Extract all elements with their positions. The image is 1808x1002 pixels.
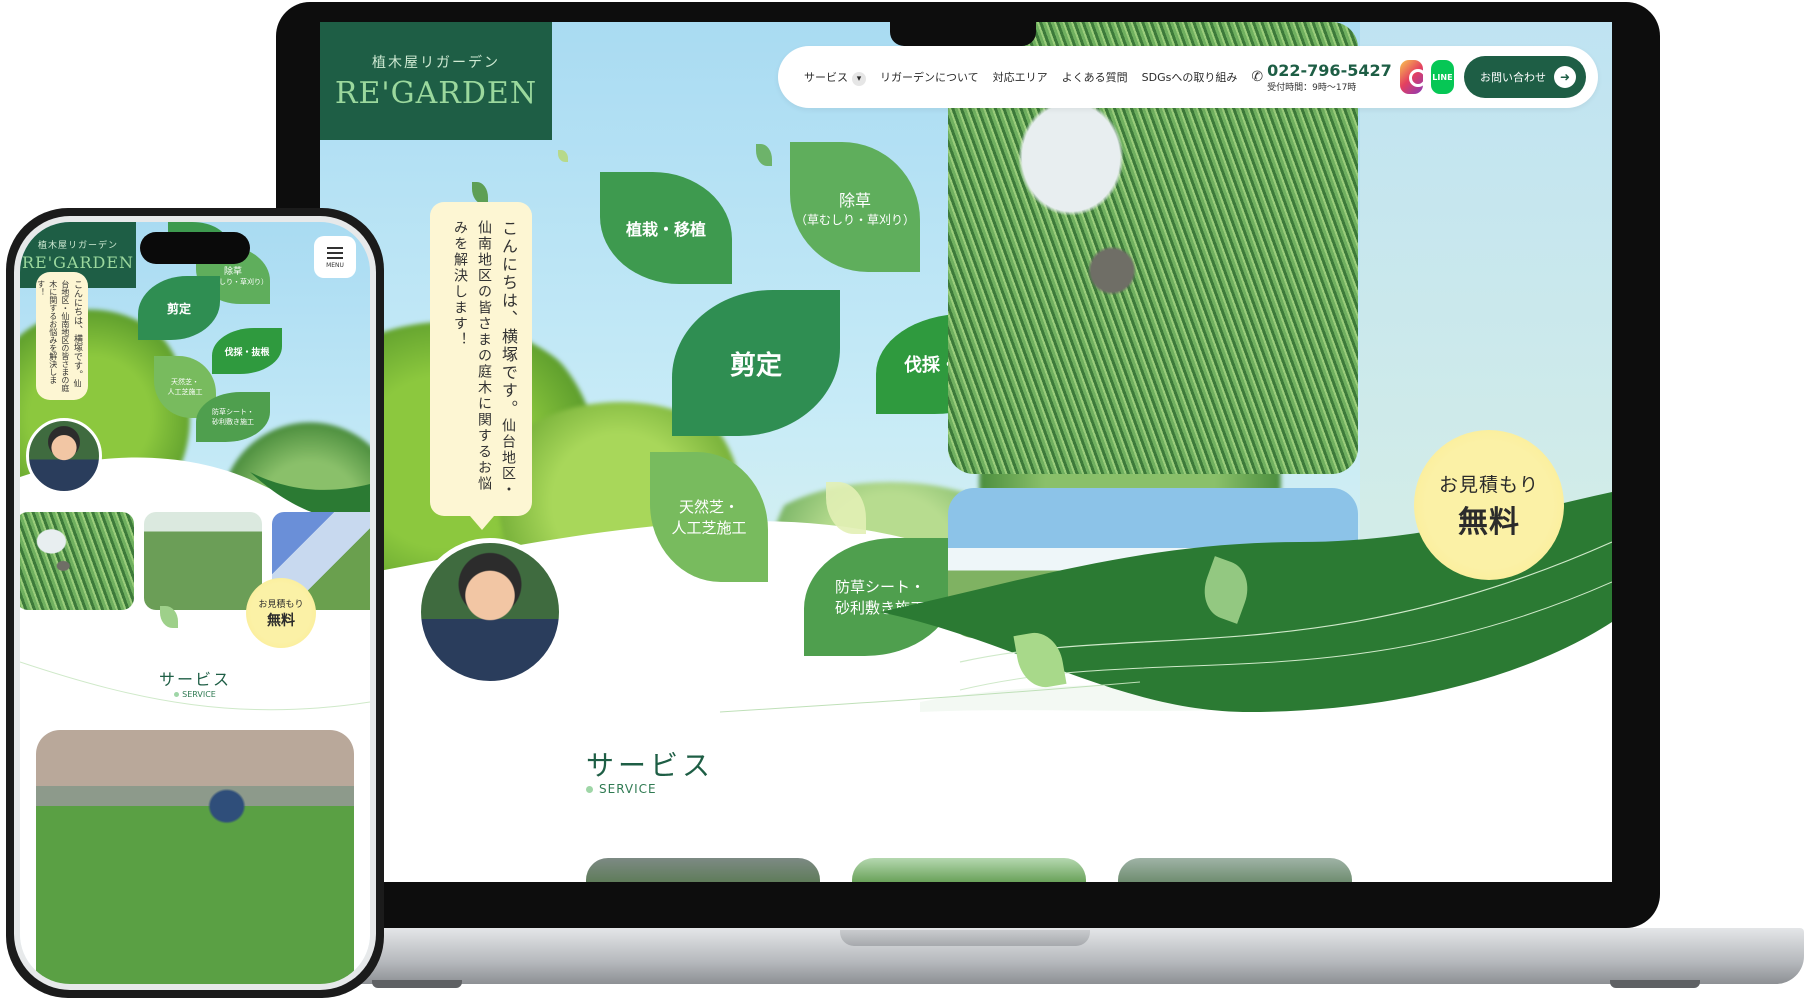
nav-item-area[interactable]: 対応エリア	[993, 69, 1048, 85]
service-card-1[interactable]	[586, 858, 820, 882]
phone-estimate-bottom: 無料	[267, 612, 295, 629]
phone-service-card[interactable]	[36, 730, 354, 984]
nav-item-sdgs[interactable]: SDGsへの取り組み	[1142, 69, 1238, 85]
line-icon[interactable]: LINE	[1430, 60, 1454, 94]
phone-greeting-text: こんにちは、横塚です。	[72, 280, 82, 379]
phone-greeting-bubble: こんにちは、横塚です。仙台地区・仙南地区の皆さまの庭木に関するお悩みを解決します…	[36, 272, 88, 400]
phone-section-subtitle-text: SERVICE	[182, 690, 216, 699]
phone-photo-pruning	[20, 512, 134, 610]
phone-leaf-felling-label: 伐採・抜根	[224, 347, 270, 358]
laptop-trackpad-groove	[840, 930, 1090, 946]
instagram-icon[interactable]	[1399, 60, 1427, 94]
tel-block[interactable]: 022-796-5427 受付時間：9時〜17時	[1267, 61, 1392, 93]
phone-screen: 植木屋リガーデン RE'GARDEN MENU こんにちは、横塚です。仙台地区・…	[20, 222, 370, 984]
phone-icon: ✆	[1251, 69, 1264, 85]
laptop-foot-left	[372, 980, 462, 988]
hamburger-icon-line	[327, 251, 343, 254]
nav-item-about[interactable]: リガーデンについて	[880, 69, 979, 85]
phone-leaf-pruning-label: 剪定	[166, 301, 191, 316]
laptop-screen: 植木屋リガーデン RE'GARDEN サービス ▾ リガーデンについて 対応エリア…	[320, 22, 1612, 882]
service-card-3[interactable]	[1118, 858, 1352, 882]
menu-button[interactable]: MENU	[314, 236, 356, 278]
nav-item-faq[interactable]: よくある質問	[1062, 69, 1128, 85]
logo-wordmark: RE'GARDEN	[334, 75, 538, 111]
section-subtitle: SERVICE	[586, 782, 657, 796]
phone-estimate-badge[interactable]: お見積もり 無料	[246, 578, 316, 648]
nav-item-service[interactable]: サービス ▾	[804, 69, 866, 86]
phone-dynamic-island	[140, 232, 250, 264]
contact-button-label: お問い合わせ	[1479, 71, 1546, 84]
estimate-top: お見積もり	[1438, 473, 1539, 496]
phone-leaf-turf-line2: 人工芝施工	[167, 388, 203, 396]
line-icon-label: LINE	[1432, 72, 1453, 82]
phone-leaf-sheet-line1: 防草シート・	[212, 408, 254, 416]
phone-logo-subtitle: 植木屋リガーデン	[37, 241, 118, 251]
green-swoosh	[719, 492, 1612, 713]
dot-icon	[586, 786, 593, 793]
service-card-2[interactable]	[852, 858, 1086, 882]
section-title: サービス	[586, 749, 715, 782]
phone-photo-ladder	[144, 512, 262, 610]
phone-estimate-top: お見積もり	[258, 599, 304, 610]
laptop-foot-right	[1610, 980, 1700, 988]
phone-leaf-turf-line1: 天然芝・	[171, 378, 199, 386]
estimate-bottom: 無料	[1458, 504, 1520, 540]
section-subtitle-text: SERVICE	[599, 782, 657, 796]
phone-logo-wordmark: RE'GARDEN	[21, 253, 134, 272]
menu-label: MENU	[326, 262, 344, 269]
phone-avatar	[26, 418, 102, 494]
tel-hours: 受付時間：9時〜17時	[1267, 83, 1357, 93]
logo-subtitle: 植木屋リガーデン	[372, 54, 500, 71]
global-nav: サービス ▾ リガーデンについて 対応エリア よくある質問 SDGsへの取り組み …	[778, 46, 1598, 108]
hamburger-icon-line-2	[327, 256, 343, 259]
arrow-right-icon: ➜	[1553, 66, 1576, 88]
hamburger-icon	[327, 246, 343, 249]
phone-dot-icon	[174, 692, 180, 697]
phone-leaf-weeding-label: 除草	[223, 266, 242, 277]
contact-button[interactable]: お問い合わせ ➜	[1463, 56, 1586, 98]
site-logo[interactable]: 植木屋リガーデン RE'GARDEN	[320, 22, 552, 140]
chevron-down-icon: ▾	[852, 71, 866, 86]
nav-item-service-label: サービス	[804, 70, 848, 84]
phone-leaf-sheet-line2: 砂利敷き施工	[212, 418, 254, 426]
estimate-badge[interactable]: お見積もり 無料	[1414, 430, 1564, 580]
tel-number: 022-796-5427	[1267, 61, 1392, 80]
phone-section-subtitle: SERVICE	[20, 690, 370, 699]
phone-section-title: サービス	[158, 670, 231, 689]
laptop-camera-notch	[890, 22, 1036, 46]
